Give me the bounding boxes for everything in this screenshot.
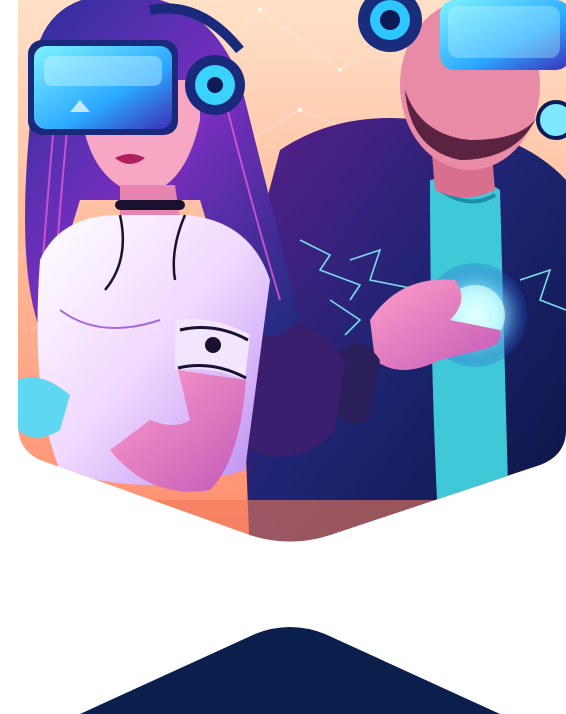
navy-hexagon-path <box>80 627 500 714</box>
navy-hexagon-shape <box>0 600 566 714</box>
vr-illustration-svg <box>18 0 566 542</box>
page <box>0 0 566 714</box>
navy-hexagon-svg <box>80 627 500 714</box>
hero-illustration <box>0 0 566 560</box>
